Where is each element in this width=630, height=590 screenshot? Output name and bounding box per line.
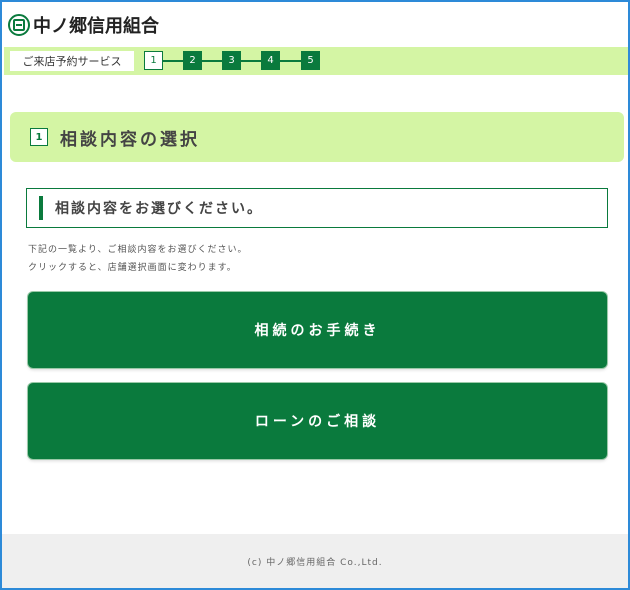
- section-step-number: 1: [30, 128, 48, 146]
- step-2: 2: [183, 51, 202, 70]
- section-title: 相談内容の選択: [60, 129, 200, 150]
- credit-union-logo-icon: [8, 14, 30, 36]
- step-3: 3: [222, 51, 241, 70]
- section-header: 1 相談内容の選択: [10, 112, 624, 162]
- step-5: 5: [301, 51, 320, 70]
- copyright-text: (c) 中ノ郷信用組合 Co.,Ltd.: [247, 557, 383, 568]
- progress-steps-bar: ご来店予約サービス 1 2 3 4 5: [4, 47, 628, 75]
- step-connector: [280, 60, 301, 62]
- subheading-accent-bar: [39, 196, 43, 220]
- description-line-2: クリックすると、店舗選択画面に変わります。: [28, 263, 237, 273]
- site-footer: (c) 中ノ郷信用組合 Co.,Ltd.: [2, 534, 628, 588]
- service-label: ご来店予約サービス: [10, 51, 134, 71]
- step-connector: [202, 60, 222, 62]
- subheading-text: 相談内容をお選びください。: [55, 201, 263, 217]
- loan-consultation-button[interactable]: ローンのご相談: [28, 383, 607, 459]
- brand-name: 中ノ郷信用組合: [33, 16, 159, 37]
- step-1: 1: [144, 51, 163, 70]
- site-header: 中ノ郷信用組合: [8, 10, 159, 40]
- subheading-box: 相談内容をお選びください。: [26, 188, 608, 228]
- description-line-1: 下記の一覧より、ご相談内容をお選びください。: [28, 245, 248, 255]
- step-connector: [241, 60, 261, 62]
- inheritance-procedure-button[interactable]: 相続のお手続き: [28, 292, 607, 368]
- step-connector: [163, 60, 183, 62]
- page-frame: 中ノ郷信用組合 ご来店予約サービス 1 2 3 4 5 1 相談内容の選択 相談…: [0, 0, 630, 590]
- step-4: 4: [261, 51, 280, 70]
